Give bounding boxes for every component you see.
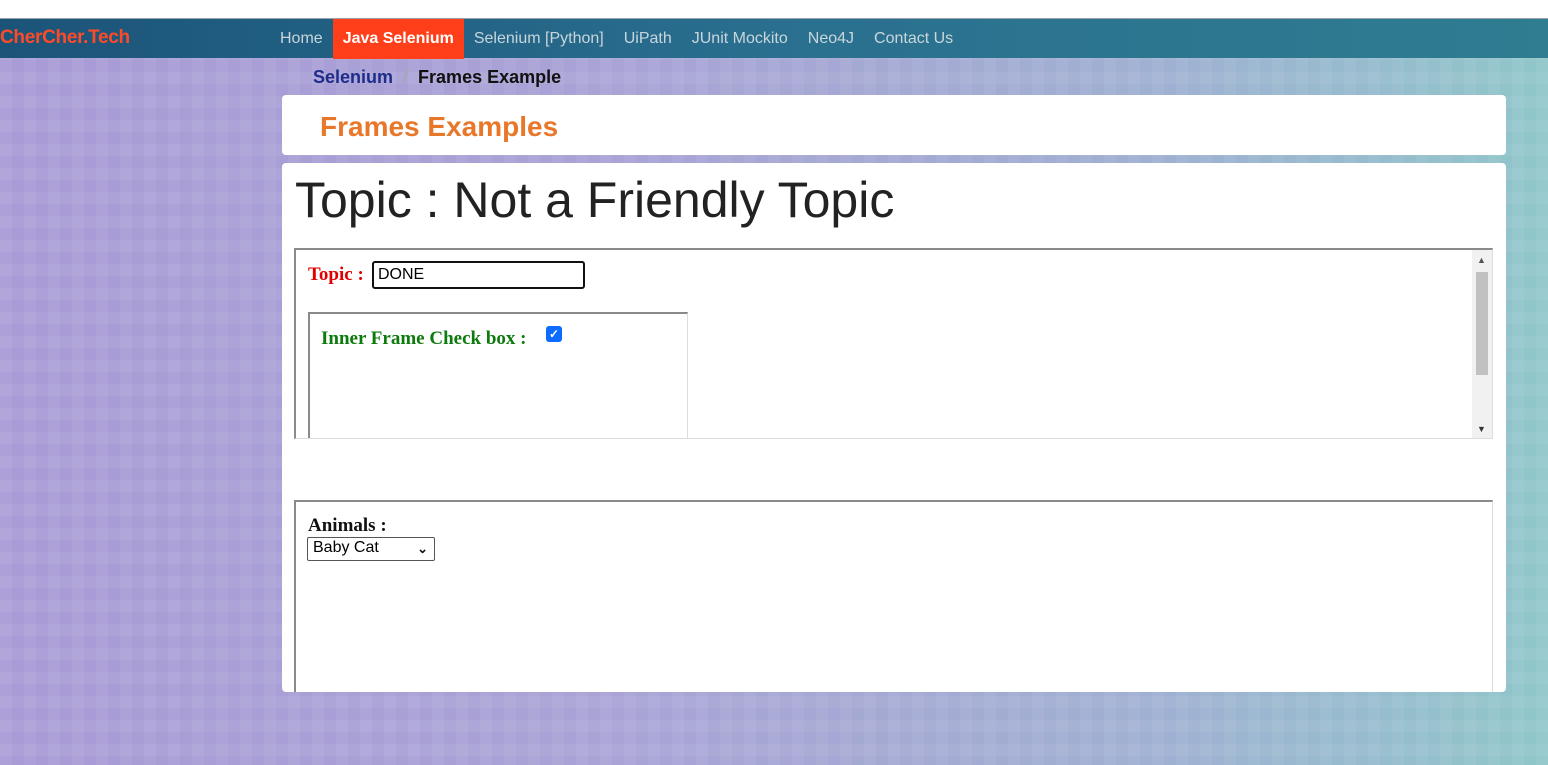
chevron-down-icon: ⌄	[417, 541, 428, 556]
inner-checkbox-label: Inner Frame Check box :	[321, 328, 527, 349]
breadcrumb: Selenium / Frames Example	[313, 67, 561, 88]
browser-top-strip	[0, 0, 1548, 18]
breadcrumb-separator: /	[403, 67, 409, 87]
topic-input[interactable]	[372, 261, 585, 289]
brand-logo[interactable]: CherCher.Tech	[0, 27, 130, 49]
scrollbar-thumb[interactable]	[1476, 272, 1488, 375]
breadcrumb-current: Frames Example	[418, 67, 562, 87]
nav-item-selenium-python[interactable]: Selenium [Python]	[464, 19, 614, 59]
nav-item-home[interactable]: Home	[270, 19, 333, 59]
topic-label: Topic :	[308, 264, 364, 285]
top-navbar: CherCher.Tech Home Java Selenium Seleniu…	[0, 18, 1548, 59]
topic-heading: Topic : Not a Friendly Topic	[295, 172, 895, 228]
topic-iframe[interactable]: Topic : Inner Frame Check box : ✓ ▲ ▼	[294, 248, 1493, 439]
nav-item-neo4j[interactable]: Neo4J	[798, 19, 864, 59]
scroll-down-arrow-icon[interactable]: ▼	[1477, 424, 1486, 434]
inner-frame-checkbox[interactable]: ✓	[546, 326, 562, 342]
frame-scrollbar[interactable]: ▲ ▼	[1472, 250, 1492, 438]
nav-item-contact-us[interactable]: Contact Us	[864, 19, 963, 59]
animals-select[interactable]: Baby Cat ⌄	[307, 537, 435, 561]
scroll-up-arrow-icon[interactable]: ▲	[1477, 255, 1486, 265]
nav-menu: Home Java Selenium Selenium [Python] UiP…	[270, 19, 963, 59]
animals-iframe[interactable]: Animals : Baby Cat ⌄	[294, 500, 1493, 692]
nav-item-uipath[interactable]: UiPath	[614, 19, 682, 59]
inner-iframe[interactable]: Inner Frame Check box : ✓	[308, 312, 688, 438]
title-card: Frames Examples	[282, 95, 1506, 155]
page-title: Frames Examples	[320, 111, 559, 142]
animals-selected-value: Baby Cat	[313, 539, 379, 556]
breadcrumb-selenium-link[interactable]: Selenium	[313, 67, 393, 87]
nav-item-junit-mockito[interactable]: JUnit Mockito	[682, 19, 798, 59]
content-card: Topic : Not a Friendly Topic Topic : Inn…	[282, 163, 1506, 692]
animals-label: Animals :	[308, 515, 387, 536]
nav-item-java-selenium[interactable]: Java Selenium	[332, 19, 464, 59]
